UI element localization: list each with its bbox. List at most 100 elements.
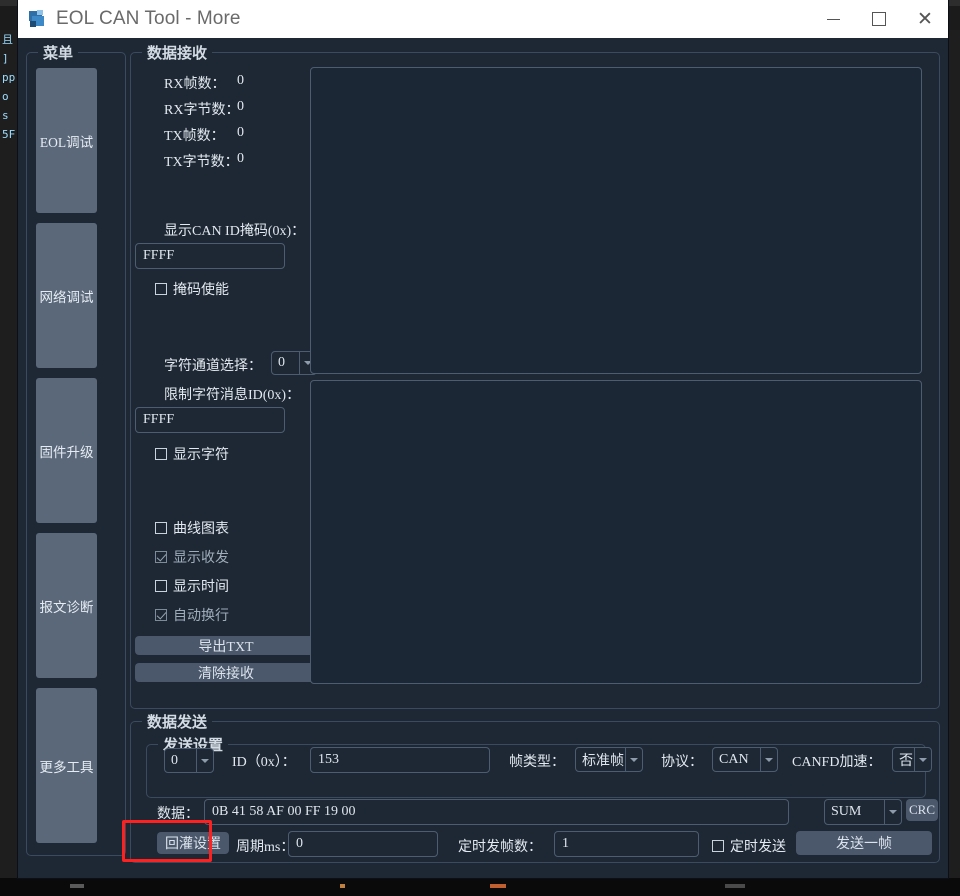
frame-type-label: 帧类型：: [509, 755, 565, 770]
can-id-mask-input[interactable]: [135, 243, 285, 269]
background-code-line: o: [2, 90, 9, 103]
show-txrx-checkbox[interactable]: 显示收发: [155, 547, 229, 567]
checkbox-box: [155, 551, 167, 563]
close-icon: ✕: [917, 8, 933, 30]
show-time-label: 显示时间: [173, 580, 229, 595]
limit-char-msg-id-label: 限制字符消息ID(0x)：: [164, 388, 301, 403]
sidebar-item-firmware-upgrade[interactable]: 固件升级: [36, 378, 97, 523]
sidebar-item-label: 网络调试: [39, 289, 94, 305]
show-char-label: 显示字符: [173, 448, 229, 463]
checkbox-box: [155, 522, 167, 534]
send-one-frame-label: 发送一帧: [836, 837, 892, 852]
background-code-line: ]: [2, 52, 9, 65]
tx-frame-count-label: TX帧数：: [164, 129, 225, 144]
sidebar-item-message-diagnosis[interactable]: 报文诊断: [36, 533, 97, 678]
mask-enable-checkbox[interactable]: 掩码使能: [155, 279, 229, 299]
window-title: EOL CAN Tool - More: [56, 8, 241, 29]
timed-send-label: 定时发送: [730, 840, 786, 855]
clear-receive-label: 清除接收: [198, 666, 254, 682]
timed-frame-count-input[interactable]: [554, 831, 699, 857]
frame-type-select[interactable]: 标准帧: [575, 747, 643, 772]
timed-frame-count-label: 定时发帧数：: [458, 840, 542, 855]
char-channel-value: 0: [278, 355, 285, 370]
send-group-title: 数据发送: [142, 711, 213, 732]
checkbox-box: [712, 840, 724, 852]
playback-settings-button[interactable]: 回灌设置: [157, 832, 229, 854]
app-window: EOL CAN Tool - More ✕ 菜单 EOL调试 网络调试 固件升级: [18, 0, 948, 878]
rx-frame-count-value: 0: [237, 73, 244, 88]
receive-group-title: 数据接收: [142, 42, 213, 63]
show-txrx-label: 显示收发: [173, 551, 229, 566]
sidebar-item-eol-debug[interactable]: EOL调试: [36, 68, 97, 213]
export-txt-button[interactable]: 导出TXT: [135, 636, 317, 655]
app-icon: [28, 9, 48, 29]
chevron-down-icon[interactable]: [760, 748, 777, 771]
chevron-down-icon[interactable]: [884, 800, 901, 824]
maximize-button[interactable]: [856, 0, 902, 38]
sidebar-item-more-tools[interactable]: 更多工具: [36, 688, 97, 843]
window-controls: ✕: [810, 0, 948, 38]
limit-char-msg-id-input[interactable]: [135, 407, 285, 433]
timed-send-checkbox[interactable]: 定时发送: [712, 836, 786, 856]
title-bar[interactable]: EOL CAN Tool - More ✕: [18, 0, 948, 38]
checkbox-box: [155, 283, 167, 295]
background-code-line: s: [2, 109, 9, 122]
can-id-mask-label: 显示CAN ID掩码(0x)：: [164, 224, 306, 239]
sidebar-item-label: EOL调试: [39, 134, 94, 150]
background-code-line: 且: [2, 33, 13, 46]
background-code-line: 5F: [2, 128, 16, 141]
canfd-speed-label: CANFD加速：: [792, 755, 882, 770]
send-one-frame-button[interactable]: 发送一帧: [796, 831, 932, 855]
checkbox-box: [155, 448, 167, 460]
checksum-select[interactable]: SUM: [824, 799, 902, 825]
protocol-label: 协议：: [661, 755, 703, 770]
send-channel-select[interactable]: 0: [164, 748, 214, 773]
show-char-checkbox[interactable]: 显示字符: [155, 444, 229, 464]
tx-byte-count-label: TX字节数：: [164, 155, 239, 170]
rx-byte-count-label: RX字节数：: [164, 103, 240, 118]
send-id-label: ID（0x）：: [232, 755, 296, 770]
chevron-down-icon[interactable]: [625, 748, 642, 771]
protocol-value: CAN: [719, 751, 749, 767]
playback-settings-label: 回灌设置: [165, 837, 221, 852]
send-data-input[interactable]: [204, 799, 789, 825]
client-area: 菜单 EOL调试 网络调试 固件升级 报文诊断 更多工具 数据接收 RX帧数： …: [18, 38, 948, 878]
protocol-select[interactable]: CAN: [712, 747, 778, 772]
chevron-down-icon[interactable]: [914, 748, 931, 771]
sidebar-item-label: 固件升级: [39, 444, 94, 460]
crc-button[interactable]: CRC: [906, 799, 938, 821]
canfd-speed-select[interactable]: 否: [892, 747, 932, 772]
receive-char-area[interactable]: [310, 380, 922, 684]
background-taskbar: [0, 878, 960, 896]
curve-chart-label: 曲线图表: [173, 522, 229, 537]
checksum-value: SUM: [831, 804, 862, 819]
send-channel-value: 0: [171, 752, 178, 768]
background-code-line: pp: [2, 71, 16, 84]
mask-enable-label: 掩码使能: [173, 283, 229, 298]
auto-wrap-checkbox[interactable]: 自动换行: [155, 605, 229, 625]
receive-log-area[interactable]: [310, 67, 922, 374]
period-input[interactable]: [288, 831, 438, 857]
menu-group-title: 菜单: [38, 42, 79, 63]
clear-receive-button[interactable]: 清除接收: [135, 663, 317, 682]
sidebar-item-label: 更多工具: [39, 759, 94, 775]
maximize-icon: [872, 12, 886, 26]
show-time-checkbox[interactable]: 显示时间: [155, 576, 229, 596]
close-button[interactable]: ✕: [902, 0, 948, 38]
frame-type-value: 标准帧: [582, 753, 624, 769]
rx-frame-count-label: RX帧数：: [164, 77, 226, 92]
chevron-down-icon[interactable]: [196, 749, 213, 772]
tx-byte-count-value: 0: [237, 151, 244, 166]
crc-label: CRC: [908, 802, 935, 817]
minimize-button[interactable]: [810, 0, 856, 38]
char-channel-label: 字符通道选择：: [164, 359, 262, 374]
minimize-icon: [826, 18, 840, 20]
tx-frame-count-value: 0: [237, 125, 244, 140]
background-code-left: 且 ] pp o s 5F: [0, 30, 20, 896]
send-id-input[interactable]: [310, 747, 490, 773]
checkbox-box: [155, 609, 167, 621]
sidebar-item-label: 报文诊断: [39, 599, 94, 615]
sidebar-item-network-debug[interactable]: 网络调试: [36, 223, 97, 368]
rx-byte-count-value: 0: [237, 99, 244, 114]
curve-chart-checkbox[interactable]: 曲线图表: [155, 518, 229, 538]
